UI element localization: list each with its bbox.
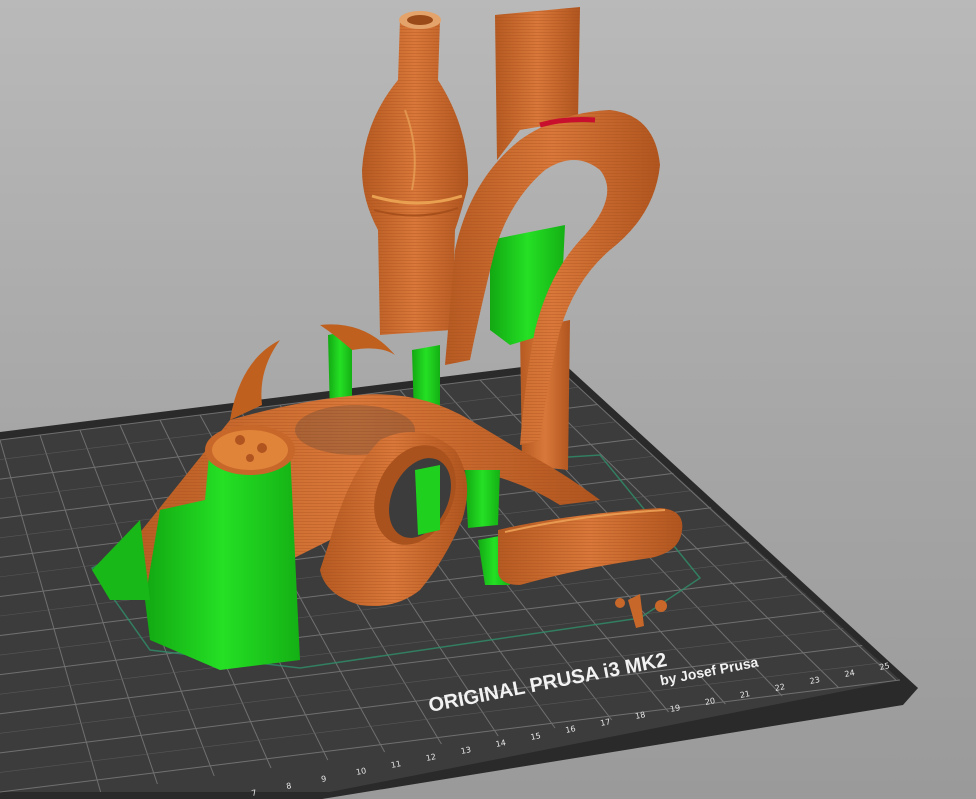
bed-x-tick-label: 18 — [634, 710, 646, 721]
bed-x-tick-label: 25 — [879, 661, 891, 672]
3d-preview-viewport[interactable]: ORIGINAL PRUSA i3 MK2 by Josef Prusa 789… — [0, 0, 976, 799]
bed-x-tick-label: 15 — [530, 731, 542, 742]
bed-x-tick-label: 14 — [495, 738, 507, 749]
bed-x-tick-label: 10 — [355, 766, 367, 777]
bed-x-tick-label: 20 — [704, 696, 716, 707]
bed-x-tick-label: 24 — [844, 668, 856, 679]
bed-x-tick-label: 23 — [809, 675, 821, 686]
bed-x-tick-label: 13 — [460, 745, 472, 756]
bed-x-tick-label: 17 — [600, 717, 612, 728]
bed-x-tick-label: 22 — [774, 682, 786, 693]
bed-x-tick-label: 12 — [425, 752, 437, 763]
bed-x-tick-label: 21 — [739, 689, 751, 700]
bed-x-tick-label: 19 — [669, 703, 681, 714]
bed-x-tick-label: 11 — [390, 759, 402, 770]
bed-x-tick-label: 16 — [565, 724, 577, 735]
